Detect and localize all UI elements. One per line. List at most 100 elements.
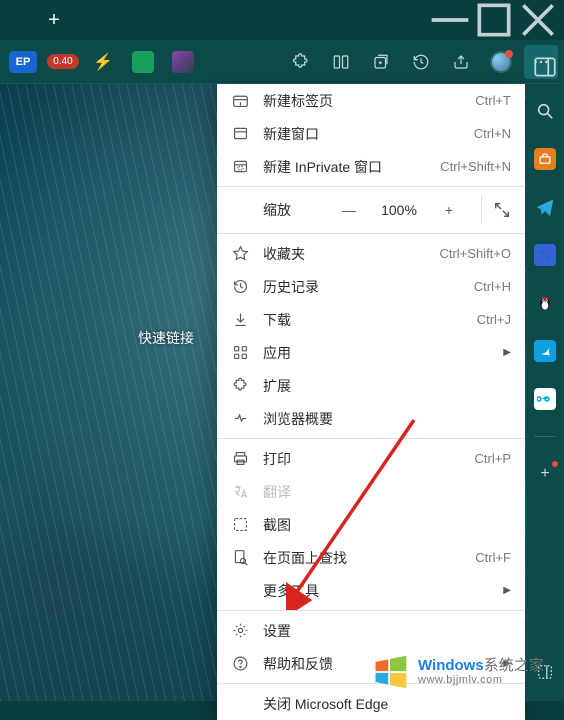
find-on-page-icon [231,549,249,567]
quick-links-label: 快速链接 [138,328,194,348]
menu-separator [217,610,525,611]
sidebar-qq-button[interactable] [534,292,556,314]
avatar-icon [172,51,194,73]
sidebar-add-button[interactable]: + [534,463,556,485]
menu-apps[interactable]: 应用 ▶ [217,336,525,369]
menu-label: 翻译 [263,482,511,502]
window-icon [231,125,249,143]
sidebar-cloud-button[interactable] [534,388,556,410]
zoom-label: 缩放 [263,200,321,220]
menu-separator [217,438,525,439]
windows-logo-icon [370,653,410,691]
menu-shortcut: Ctrl+P [475,451,511,466]
history-button[interactable] [404,45,438,79]
menu-label: 下载 [263,310,463,330]
sidebar-toggle-button[interactable] [532,54,558,80]
extension-green-button[interactable] [126,45,160,79]
extension-bolt-button[interactable]: ⚡ [86,45,120,79]
extension-badge-button[interactable]: 0.40 [46,45,80,79]
menu-find[interactable]: 在页面上查找 Ctrl+F [217,541,525,574]
plus-icon: + [540,465,549,483]
menu-label: 关闭 Microsoft Edge [263,694,511,714]
split-icon [332,53,350,71]
fullscreen-button[interactable] [481,196,513,224]
menu-shortcut: Ctrl+T [475,93,511,108]
minimize-button[interactable] [428,5,472,35]
menu-label: 更多工具 [263,581,489,601]
split-screen-button[interactable] [324,45,358,79]
search-icon [536,102,554,120]
penguin-icon [535,293,555,313]
menu-history[interactable]: 历史记录 Ctrl+H [217,270,525,303]
edge-sidebar: 🐾 + [526,84,564,701]
sidebar-telegram-button[interactable] [534,196,556,218]
settings-menu: 新建标签页 Ctrl+T 新建窗口 Ctrl+N 新建 InPrivate 窗口… [217,84,525,720]
menu-browser-overview[interactable]: 浏览器概要 [217,402,525,435]
watermark: Windows系统之家 www.bjjmlv.com [370,653,564,691]
maximize-button[interactable] [472,5,516,35]
menu-extensions[interactable]: 扩展 [217,369,525,402]
heartbeat-icon [231,410,249,428]
chevron-right-icon: ▶ [503,347,511,358]
share-icon [452,53,470,71]
notification-dot-icon [505,50,513,58]
minimize-icon [428,0,472,42]
menu-new-window[interactable]: 新建窗口 Ctrl+N [217,117,525,150]
menu-favorites[interactable]: 收藏夹 Ctrl+Shift+O [217,237,525,270]
download-icon [231,311,249,329]
menu-shortcut: Ctrl+Shift+O [439,246,511,261]
menu-label: 在页面上查找 [263,548,461,568]
menu-new-inprivate[interactable]: 新建 InPrivate 窗口 Ctrl+Shift+N [217,150,525,183]
paw-icon: 🐾 [537,247,553,263]
watermark-brand: Windows系统之家 [418,657,544,674]
menu-close-edge[interactable]: 关闭 Microsoft Edge [217,687,525,720]
infinity-icon [537,391,553,407]
zoom-out-button[interactable]: — [335,196,363,224]
menu-screenshot[interactable]: 截图 [217,508,525,541]
badge-label: 0.40 [47,54,78,69]
sidebar-ctrip-button[interactable] [534,340,556,362]
extension-ep-button[interactable]: EP [6,45,40,79]
menu-shortcut: Ctrl+N [474,126,511,141]
menu-translate: 翻译 [217,475,525,508]
ep-icon: EP [9,51,37,73]
inprivate-icon [231,158,249,176]
new-tab-button[interactable]: + [38,4,70,36]
gear-icon [231,622,249,640]
sidebar-icon [532,54,558,80]
menu-more-tools[interactable]: 更多工具 ▶ [217,574,525,607]
menu-zoom-row: 缩放 — 100% + [217,190,525,230]
apps-icon [231,344,249,362]
window-titlebar: + [0,0,564,40]
sidebar-separator [534,436,556,437]
printer-icon [231,450,249,468]
history-icon [412,53,430,71]
close-icon [516,0,560,42]
extension-avatar-button[interactable] [166,45,200,79]
sidebar-search-button[interactable] [534,100,556,122]
menu-label: 收藏夹 [263,244,425,264]
menu-shortcut: Ctrl+Shift+N [440,159,511,174]
menu-settings[interactable]: 设置 [217,614,525,647]
menu-separator [217,186,525,187]
menu-shortcut: Ctrl+J [477,312,511,327]
extensions-button[interactable] [284,45,318,79]
menu-label: 打印 [263,449,461,469]
zoom-in-button[interactable]: + [435,196,463,224]
clock-history-icon [231,278,249,296]
menu-label: 扩展 [263,376,511,396]
share-button[interactable] [444,45,478,79]
menu-print[interactable]: 打印 Ctrl+P [217,442,525,475]
sidebar-baidu-button[interactable]: 🐾 [534,244,556,266]
menu-downloads[interactable]: 下载 Ctrl+J [217,303,525,336]
profile-button[interactable] [484,45,518,79]
briefcase-icon [538,152,552,166]
menu-label: 应用 [263,343,489,363]
menu-new-tab[interactable]: 新建标签页 Ctrl+T [217,84,525,117]
menu-label: 截图 [263,515,511,535]
close-button[interactable] [516,5,560,35]
plus-icon: + [48,9,60,32]
sidebar-briefcase-button[interactable] [534,148,556,170]
tab-icon [231,92,249,110]
collections-button[interactable] [364,45,398,79]
